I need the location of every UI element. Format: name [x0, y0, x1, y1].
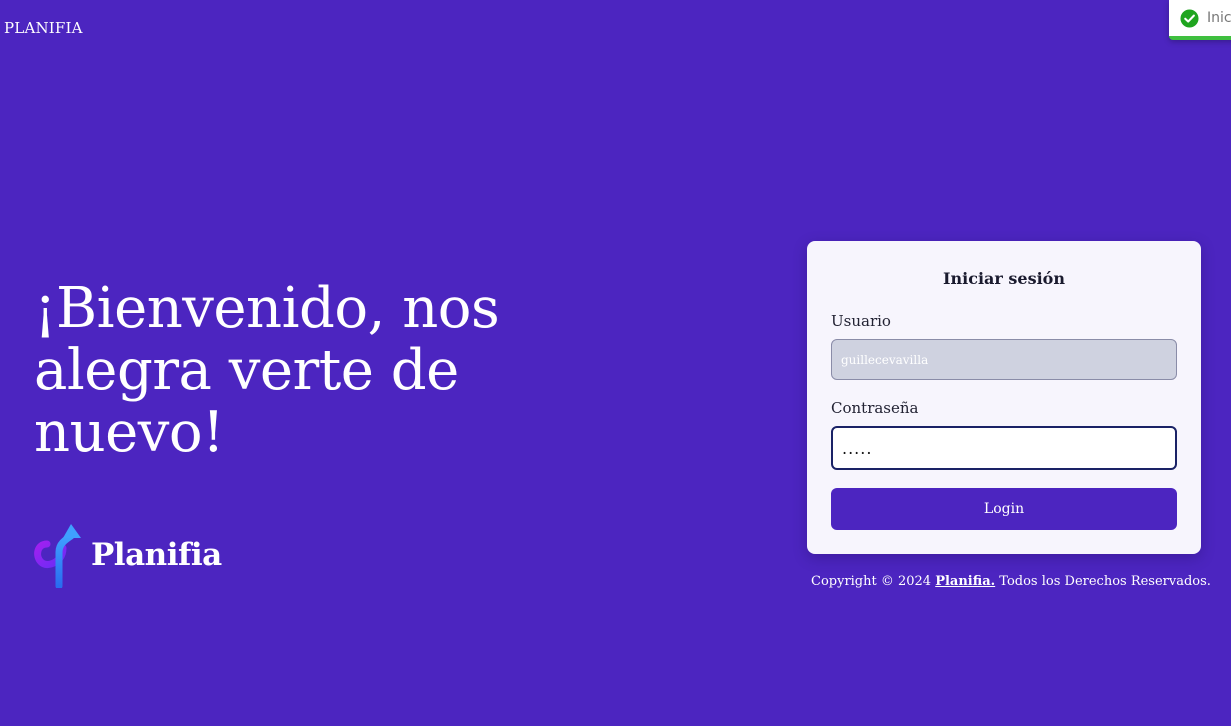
username-field[interactable]: [831, 339, 1177, 380]
success-toast[interactable]: Inici: [1169, 0, 1231, 40]
brand-header: PLANIFIA: [4, 19, 83, 37]
planifia-logo-icon: [34, 524, 81, 588]
password-label: Contraseña: [831, 399, 919, 417]
copyright-suffix: Todos los Derechos Reservados.: [995, 574, 1211, 589]
login-title: Iniciar sesión: [943, 269, 1065, 288]
copyright-prefix: Copyright © 2024: [811, 574, 936, 589]
username-label: Usuario: [831, 312, 891, 330]
login-card: Iniciar sesión Usuario Contraseña Login: [807, 241, 1201, 554]
password-field[interactable]: [831, 426, 1177, 470]
check-circle-icon: [1180, 8, 1199, 28]
login-button[interactable]: Login: [831, 488, 1177, 530]
welcome-headline: ¡Bienvenido, nos alegra verte de nuevo!: [34, 276, 500, 465]
toast-message: Inici: [1207, 10, 1231, 26]
planifia-link[interactable]: Planifia.: [935, 574, 995, 589]
logo-wordmark: Planifia: [91, 537, 222, 573]
planifia-logo: Planifia: [33, 522, 222, 588]
copyright-footer: Copyright © 2024 Planifia. Todos los Der…: [811, 574, 1211, 589]
